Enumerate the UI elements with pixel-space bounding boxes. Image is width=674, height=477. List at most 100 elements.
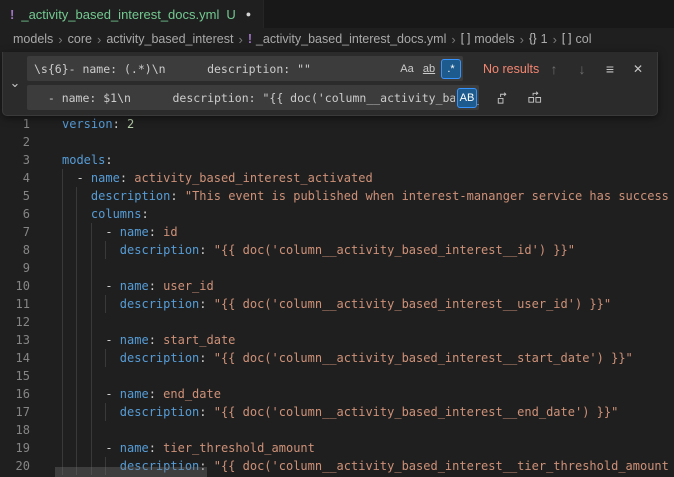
replace-input[interactable]: - name: $1\n description: "{{ doc('colum… [27, 85, 479, 110]
code-line-content: description: "This event is published wh… [62, 187, 674, 205]
whole-word-toggle[interactable]: ab [419, 59, 439, 79]
indent-guide [91, 277, 92, 295]
breadcrumb-item[interactable]: !_activity_based_interest_docs.yml [248, 32, 447, 46]
code-line[interactable]: 16 - name: end_date [0, 385, 674, 403]
indent-guide [76, 331, 77, 349]
indent-guide [76, 439, 77, 457]
find-in-selection-button[interactable]: ≡ [599, 58, 621, 80]
indent-guide [76, 205, 77, 223]
yaml-file-icon: ! [10, 7, 14, 22]
indent-guide [76, 187, 77, 205]
indent-guide [76, 277, 77, 295]
breadcrumb-item[interactable]: models [13, 32, 53, 46]
code-line[interactable]: 14 description: "{{ doc('column__activit… [0, 349, 674, 367]
breadcrumb-item[interactable]: [ ]models [461, 32, 515, 46]
code-line[interactable]: 9 [0, 259, 674, 277]
breadcrumb-label: col [576, 32, 592, 46]
breadcrumb-label: activity_based_interest [106, 32, 233, 46]
breadcrumb-item[interactable]: core [68, 32, 92, 46]
find-input-value: \s{6}- name: (.*)\n description: "" [34, 62, 311, 76]
use-regex-toggle[interactable]: .* [441, 59, 461, 79]
indent-guide [91, 331, 92, 349]
chevron-right-icon: › [97, 32, 101, 47]
indent-guide [91, 385, 92, 403]
line-number: 4 [0, 169, 30, 187]
close-icon: ✕ [633, 62, 643, 76]
code-line[interactable]: 3models: [0, 151, 674, 169]
indent-guide [105, 403, 106, 421]
find-input[interactable]: \s{6}- name: (.*)\n description: "" Aa a… [27, 56, 463, 81]
line-number: 10 [0, 277, 30, 295]
code-line-content: - name: activity_based_interest_activate… [62, 169, 674, 187]
breadcrumb-label: core [68, 32, 92, 46]
indent-guide [62, 169, 63, 187]
code-line[interactable]: 7 - name: id [0, 223, 674, 241]
indent-guide [62, 439, 63, 457]
code-line[interactable]: 19 - name: tier_threshold_amount [0, 439, 674, 457]
symbol-array-icon: [ ] [461, 33, 471, 45]
indent-guide [76, 367, 77, 385]
code-line[interactable]: 13 - name: start_date [0, 331, 674, 349]
chevron-right-icon: › [451, 32, 455, 47]
preserve-case-toggle[interactable]: AB [457, 88, 477, 108]
chevron-right-icon: › [553, 32, 557, 47]
previous-match-button[interactable]: ↑ [543, 58, 565, 80]
line-number: 20 [0, 457, 30, 475]
code-line[interactable]: 1version: 2 [0, 115, 674, 133]
indent-guide [76, 313, 77, 331]
code-line[interactable]: 15 [0, 367, 674, 385]
symbol-object-icon: {} [529, 33, 537, 45]
breadcrumb-item[interactable]: activity_based_interest [106, 32, 233, 46]
line-number: 6 [0, 205, 30, 223]
code-line[interactable]: 10 - name: user_id [0, 277, 674, 295]
code-line-content: columns: [62, 205, 674, 223]
replace-all-button[interactable] [523, 87, 545, 109]
indent-guide [76, 241, 77, 259]
breadcrumb-label: 1 [541, 32, 548, 46]
code-line[interactable]: 2 [0, 133, 674, 151]
code-line[interactable]: 6 columns: [0, 205, 674, 223]
code-line-content: - name: start_date [62, 331, 674, 349]
chevron-down-icon: ⌄ [10, 75, 21, 91]
code-line[interactable]: 11 description: "{{ doc('column__activit… [0, 295, 674, 313]
line-number: 16 [0, 385, 30, 403]
find-in-selection-icon: ≡ [606, 61, 614, 77]
indent-guide [62, 367, 63, 385]
breadcrumb-label: models [13, 32, 53, 46]
toggle-replace-button[interactable]: ⌄ [3, 56, 27, 110]
breadcrumb: models › core › activity_based_interest › !_ac… [0, 28, 674, 50]
indent-guide [91, 259, 92, 277]
breadcrumb-label: _activity_based_interest_docs.yml [256, 32, 446, 46]
line-number: 14 [0, 349, 30, 367]
code-line-content [62, 133, 674, 151]
code-line[interactable]: 5 description: "This event is published … [0, 187, 674, 205]
code-line[interactable]: 18 [0, 421, 674, 439]
code-line[interactable]: 8 description: "{{ doc('column__activity… [0, 241, 674, 259]
tab-bar: ! _activity_based_interest_docs.yml U ● [0, 0, 674, 28]
code-line[interactable]: 4 - name: activity_based_interest_activa… [0, 169, 674, 187]
match-case-toggle[interactable]: Aa [397, 59, 417, 79]
code-line[interactable]: 17 description: "{{ doc('column__activit… [0, 403, 674, 421]
breadcrumb-item[interactable]: {} 1 [529, 32, 548, 46]
indent-guide [62, 331, 63, 349]
next-match-button[interactable]: ↓ [571, 58, 593, 80]
code-line-content: version: 2 [62, 115, 674, 133]
indent-guide [91, 241, 92, 259]
indent-guide [105, 295, 106, 313]
replace-all-icon [527, 90, 542, 105]
line-number: 9 [0, 259, 30, 277]
tab-active-file[interactable]: ! _activity_based_interest_docs.yml U ● [0, 0, 264, 28]
indent-guide [105, 241, 106, 259]
replace-button[interactable] [491, 87, 513, 109]
code-line-content: - name: tier_threshold_amount [62, 439, 674, 457]
breadcrumb-item[interactable]: [ ]col [562, 32, 592, 46]
code-line[interactable]: 12 [0, 313, 674, 331]
modified-dot-icon[interactable]: ● [246, 9, 251, 19]
chevron-right-icon: › [58, 32, 62, 47]
indent-guide [91, 295, 92, 313]
close-find-widget-button[interactable]: ✕ [627, 58, 649, 80]
horizontal-scrollbar-thumb[interactable] [55, 467, 207, 477]
indent-guide [76, 295, 77, 313]
indent-guide [91, 313, 92, 331]
indent-guide [91, 421, 92, 439]
